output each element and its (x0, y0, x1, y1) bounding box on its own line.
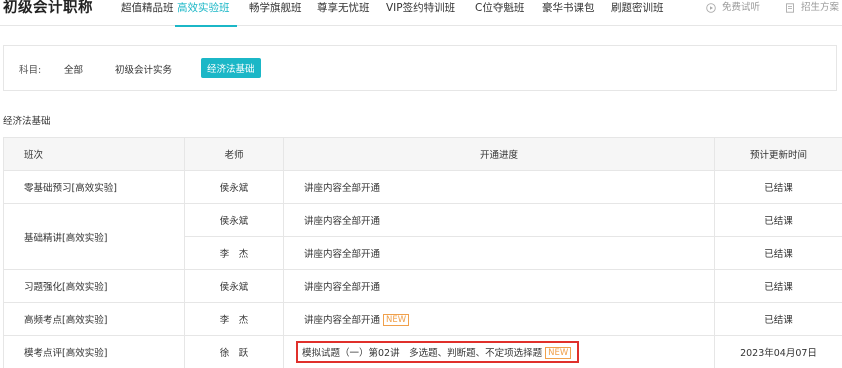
subject-option-economic-law[interactable]: 经济法基础 (201, 58, 261, 78)
new-badge: NEW (383, 314, 410, 327)
new-badge: NEW (545, 347, 572, 360)
progress-cell[interactable]: 讲座内容全部开通 (283, 203, 715, 237)
table-row[interactable]: 习题强化[高效实验] 侯永斌 讲座内容全部开通 已结课 (3, 269, 842, 303)
update-time: 已结课 (714, 203, 842, 237)
subject-filter: 科目: 全部 初级会计实务 经济法基础 (3, 45, 837, 91)
active-tab-underline (175, 25, 237, 27)
nav-item-super-value[interactable]: 超值精品班 (121, 1, 174, 15)
teacher-name: 侯永斌 (184, 170, 284, 204)
update-time: 已结课 (714, 269, 842, 303)
progress-text: 讲座内容全部开通 (304, 216, 381, 227)
table-row[interactable]: 基础精讲[高效实验] 侯永斌 讲座内容全部开通 已结课 (3, 203, 842, 270)
subject-option-accounting-practice[interactable]: 初级会计实务 (115, 62, 172, 76)
progress-text: 讲座内容全部开通 (304, 183, 381, 194)
header-progress: 开通进度 (283, 137, 715, 171)
nav-item-book-course[interactable]: 豪华书课包 (542, 1, 595, 15)
header-class: 班次 (3, 137, 185, 171)
progress-cell[interactable]: 讲座内容全部开通 (283, 236, 715, 270)
header-teacher: 老师 (184, 137, 284, 171)
teacher-name: 李 杰 (184, 236, 284, 270)
admissions-label: 招生方案 (801, 2, 840, 13)
nav-item-vip-signed[interactable]: VIP签约特训班 (386, 1, 455, 15)
section-title: 经济法基础 (3, 116, 51, 127)
teacher-name: 侯永斌 (184, 203, 284, 237)
nav-item-efficient-experiment[interactable]: 高效实验班 (177, 1, 230, 15)
table-row[interactable]: 模考点评[高效实验] 徐 跃 模拟试题（一）第02讲 多选题、判断题、不定项选择… (3, 335, 842, 368)
teacher-name: 李 杰 (184, 302, 284, 336)
update-time: 2023年04月07日 (714, 335, 842, 368)
progress-text: 模拟试题（一）第02讲 多选题、判断题、不定项选择题 (302, 347, 543, 359)
table-row[interactable]: 高频考点[高效实验] 李 杰 讲座内容全部开通 NEW 已结课 (3, 302, 842, 336)
class-name: 零基础预习[高效实验] (3, 170, 185, 204)
subject-filter-label: 科目: (19, 65, 42, 76)
free-trial-link[interactable]: 免费试听 (706, 2, 760, 14)
class-name: 基础精讲[高效实验] (3, 203, 185, 270)
teacher-name: 徐 跃 (184, 335, 284, 368)
progress-text: 讲座内容全部开通 (304, 249, 381, 260)
table-row[interactable]: 零基础预习[高效实验] 侯永斌 讲座内容全部开通 已结课 (3, 170, 842, 204)
progress-cell[interactable]: 讲座内容全部开通 (283, 170, 715, 204)
free-trial-label: 免费试听 (722, 2, 761, 13)
nav-item-c-position[interactable]: C位夺魁班 (475, 1, 524, 15)
admissions-link[interactable]: 招生方案 (785, 2, 839, 14)
progress-text: 讲座内容全部开通 (304, 282, 381, 293)
nav-item-practice-training[interactable]: 刷题密训班 (611, 1, 664, 15)
brand-title: 初级会计职称 (3, 0, 93, 16)
subject-option-all[interactable]: 全部 (64, 62, 83, 76)
header-update-time: 预计更新时间 (714, 137, 842, 171)
update-time: 已结课 (714, 170, 842, 204)
top-navigation: 初级会计职称 超值精品班 高效实验班 畅学旗舰班 尊享无忧班 VIP签约特训班 … (0, 0, 842, 27)
class-name: 模考点评[高效实验] (3, 335, 185, 368)
update-time: 已结课 (714, 236, 842, 270)
teacher-name: 侯永斌 (184, 269, 284, 303)
progress-cell[interactable]: 讲座内容全部开通 NEW (283, 302, 715, 336)
table-header-row: 班次 老师 开通进度 预计更新时间 (3, 137, 842, 171)
play-circle-icon (706, 3, 716, 13)
class-name: 习题强化[高效实验] (3, 269, 185, 303)
class-name: 高频考点[高效实验] (3, 302, 185, 336)
document-icon (786, 3, 794, 13)
update-time: 已结课 (714, 302, 842, 336)
nav-item-flagship[interactable]: 畅学旗舰班 (249, 1, 302, 15)
progress-cell[interactable]: 讲座内容全部开通 (283, 269, 715, 303)
progress-text: 讲座内容全部开通 (304, 314, 381, 326)
progress-cell[interactable]: 模拟试题（一）第02讲 多选题、判断题、不定项选择题 NEW (283, 335, 715, 368)
course-schedule-table: 班次 老师 开通进度 预计更新时间 零基础预习[高效实验] 侯永斌 讲座内容全部… (3, 137, 842, 368)
nav-item-premium-worry-free[interactable]: 尊享无忧班 (317, 1, 370, 15)
latest-lecture-highlight[interactable]: 模拟试题（一）第02讲 多选题、判断题、不定项选择题 NEW (296, 340, 580, 364)
